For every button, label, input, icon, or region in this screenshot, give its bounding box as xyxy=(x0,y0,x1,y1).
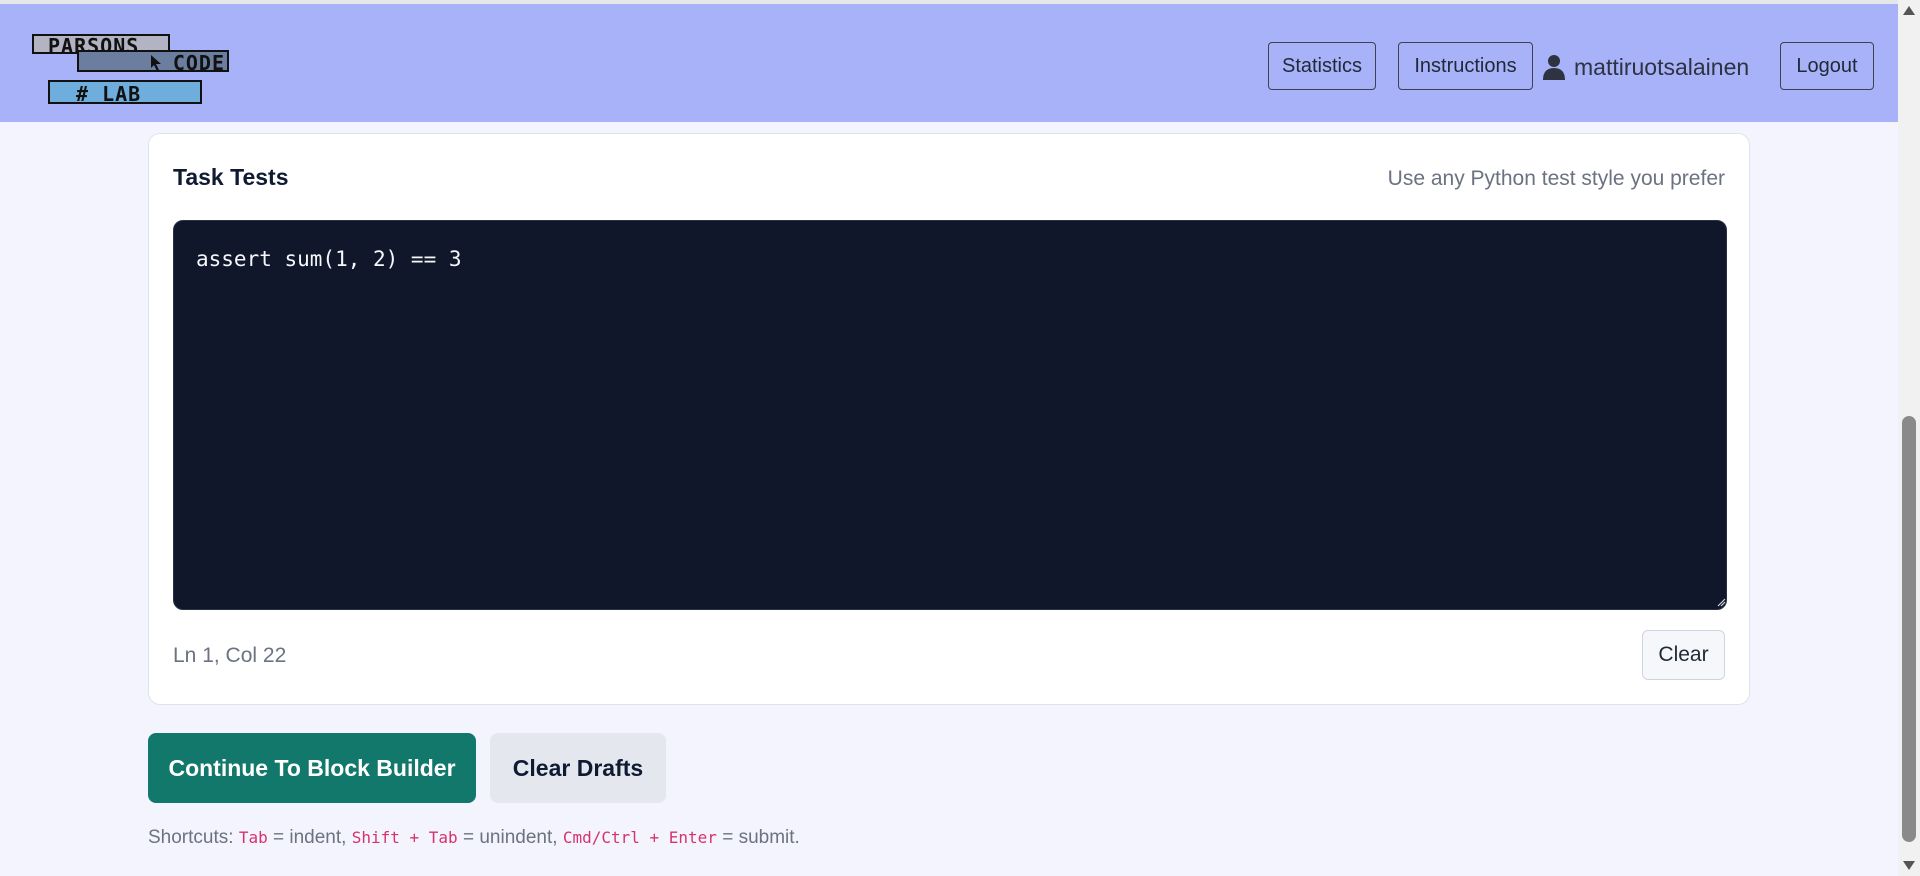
scroll-up-arrow-icon[interactable] xyxy=(1903,6,1915,15)
user-icon xyxy=(1543,55,1565,80)
shortcut-desc-submit: = submit. xyxy=(722,827,800,848)
statistics-button[interactable]: Statistics xyxy=(1268,42,1376,90)
shortcuts-prefix: Shortcuts: xyxy=(148,827,234,848)
card-title: Task Tests xyxy=(173,164,289,190)
instructions-button[interactable]: Instructions xyxy=(1398,42,1533,90)
card-hint: Use any Python test style you prefer xyxy=(1387,167,1725,190)
resize-handle-icon[interactable] xyxy=(1717,598,1726,607)
continue-to-block-builder-button[interactable]: Continue To Block Builder xyxy=(148,733,476,803)
cursor-position-status: Ln 1, Col 22 xyxy=(173,644,287,667)
clear-button[interactable]: Clear xyxy=(1642,630,1725,680)
logout-button[interactable]: Logout xyxy=(1780,42,1874,90)
cursor-icon xyxy=(151,55,161,71)
username-label: mattiruotsalainen xyxy=(1574,53,1750,80)
scroll-down-arrow-icon[interactable] xyxy=(1903,861,1915,870)
vertical-scrollbar[interactable] xyxy=(1898,0,1920,876)
shortcut-key-shift-tab: Shift + Tab xyxy=(351,828,458,847)
clear-drafts-button[interactable]: Clear Drafts xyxy=(490,733,666,803)
task-tests-card: Task Tests Use any Python test style you… xyxy=(148,133,1750,705)
shortcuts-help: Shortcuts: Tab = indent, Shift + Tab = u… xyxy=(148,827,800,849)
shortcut-key-tab: Tab xyxy=(238,828,268,847)
app-frame: PARSONS CODE # LAB Statistics Instructio… xyxy=(0,0,1920,876)
logo-text-code: CODE xyxy=(172,51,225,75)
shortcut-desc-indent: = indent, xyxy=(273,827,347,848)
scrollbar-thumb[interactable] xyxy=(1902,416,1916,842)
header-bar: PARSONS CODE # LAB Statistics Instructio… xyxy=(0,4,1898,122)
shortcut-desc-unindent: = unindent, xyxy=(462,827,558,848)
parsons-code-lab-logo[interactable]: PARSONS CODE # LAB xyxy=(32,34,232,106)
user-info: mattiruotsalainen xyxy=(1542,50,1749,84)
shortcut-key-submit: Cmd/Ctrl + Enter xyxy=(562,828,717,847)
tests-code-editor[interactable]: assert sum(1, 2) == 3 xyxy=(173,220,1727,610)
logo-box-lab: # LAB xyxy=(48,80,202,104)
logo-text-lab: # LAB xyxy=(76,82,142,106)
